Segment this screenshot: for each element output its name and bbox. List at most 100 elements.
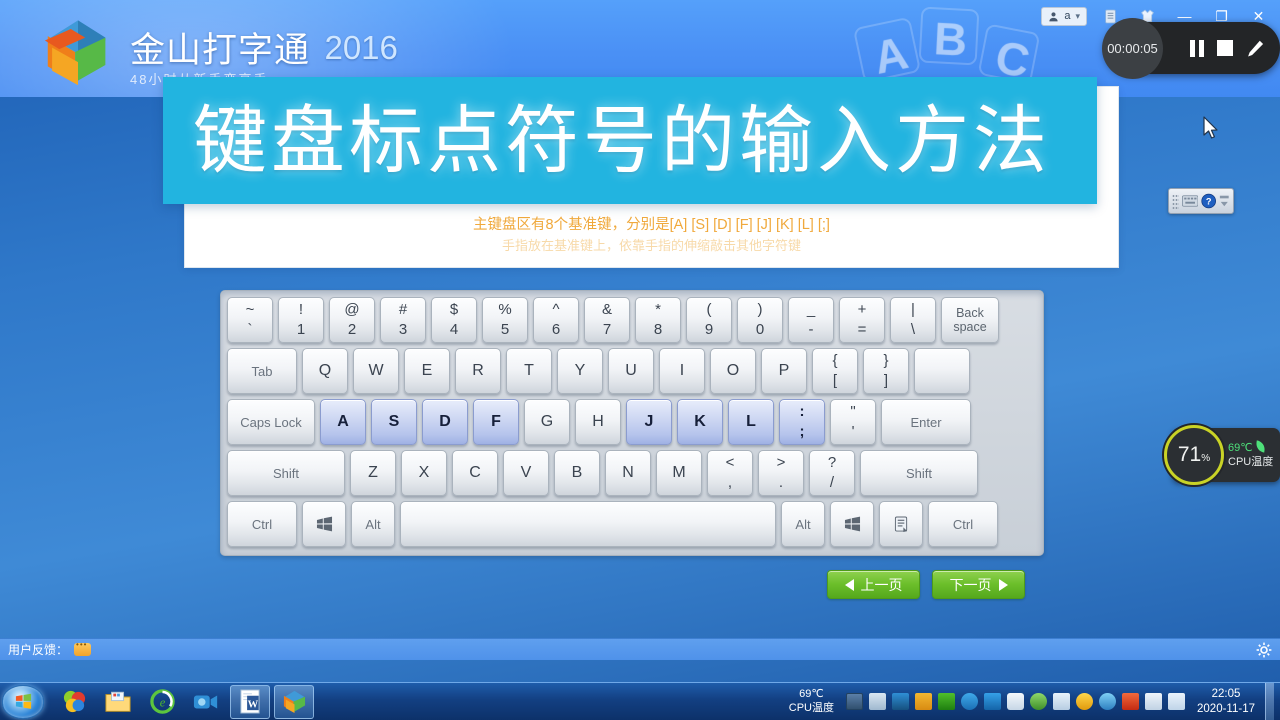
taskbar-item-typing-app[interactable] — [274, 684, 314, 719]
key-6[interactable]: ^ 6 — [533, 297, 579, 343]
key-s[interactable]: S — [371, 399, 417, 445]
key-u[interactable]: U — [608, 348, 654, 394]
app-icon[interactable] — [915, 693, 933, 710]
network-icon[interactable] — [869, 693, 887, 710]
bell-icon[interactable] — [1007, 693, 1025, 710]
ime-language-bar[interactable]: ? — [1168, 188, 1234, 214]
key-f[interactable]: F — [473, 399, 519, 445]
key-a[interactable]: A — [320, 399, 366, 445]
key-quote[interactable]: " ' — [830, 399, 876, 445]
volume-red-icon[interactable] — [1122, 693, 1140, 710]
drag-handle-icon[interactable] — [1172, 193, 1179, 209]
key-h[interactable]: H — [575, 399, 621, 445]
key-c[interactable]: C — [452, 450, 498, 496]
key-shift-right[interactable]: Shift — [860, 450, 978, 496]
key-alt-left[interactable]: Alt — [351, 501, 395, 547]
key-3[interactable]: #3 — [380, 297, 426, 343]
key-r[interactable]: R — [455, 348, 501, 394]
key-k[interactable]: K — [677, 399, 723, 445]
key-v[interactable]: V — [503, 450, 549, 496]
key-equal[interactable]: + = — [839, 297, 885, 343]
taskbar-item-browser[interactable]: e — [142, 685, 182, 719]
key-l[interactable]: L — [728, 399, 774, 445]
key-j[interactable]: J — [626, 399, 672, 445]
chevron-down-icon[interactable] — [1219, 193, 1230, 209]
taskbar-item-explorer[interactable] — [98, 685, 138, 719]
key-7[interactable]: & 7 — [584, 297, 630, 343]
key-y[interactable]: Y — [557, 348, 603, 394]
key-o[interactable]: O — [710, 348, 756, 394]
taskbar-item-word[interactable]: W — [230, 684, 270, 719]
key-alt-right[interactable]: Alt — [781, 501, 825, 547]
speaker-icon[interactable] — [1168, 693, 1186, 710]
key-9[interactable]: (9 — [686, 297, 732, 343]
signal-icon[interactable] — [1053, 693, 1071, 710]
screenshot-icon[interactable] — [846, 693, 864, 710]
key-x[interactable]: X — [401, 450, 447, 496]
key-0[interactable]: ) 0 — [737, 297, 783, 343]
taskbar-clock[interactable]: 22:05 2020-11-17 — [1197, 687, 1255, 717]
key-ctrl-right[interactable]: Ctrl — [928, 501, 998, 547]
key-enter[interactable]: Enter — [881, 399, 971, 445]
key-p[interactable]: P — [761, 348, 807, 394]
help-icon[interactable]: ? — [1201, 193, 1217, 209]
key-period[interactable]: >. — [758, 450, 804, 496]
key-backspace[interactable]: Back space — [941, 297, 999, 343]
key-4[interactable]: $4 — [431, 297, 477, 343]
stop-icon[interactable] — [1217, 40, 1233, 56]
key-bracket-right[interactable]: }] — [863, 348, 909, 394]
key-t[interactable]: T — [506, 348, 552, 394]
key-z[interactable]: Z — [350, 450, 396, 496]
gear-icon[interactable] — [1256, 642, 1272, 658]
pen-icon[interactable] — [1246, 39, 1265, 58]
start-button[interactable] — [2, 684, 44, 719]
next-page-button[interactable]: 下一页 — [932, 570, 1025, 599]
key-backslash[interactable]: | \ — [890, 297, 936, 343]
keyboard-icon[interactable] — [1181, 195, 1199, 207]
cloud-icon[interactable] — [961, 693, 979, 710]
taskbar-item-media-player[interactable] — [54, 685, 94, 719]
key-d[interactable]: D — [422, 399, 468, 445]
key-i[interactable]: I — [659, 348, 705, 394]
key-backtick[interactable]: ~ ` — [227, 297, 273, 343]
key-win-right[interactable] — [830, 501, 874, 547]
account-chip[interactable]: a ▾ — [1041, 6, 1087, 26]
key-caps-lock[interactable]: Caps Lock — [227, 399, 315, 445]
shield-icon[interactable] — [892, 693, 910, 710]
clipboard-icon[interactable] — [1145, 693, 1163, 710]
key-q[interactable]: Q — [302, 348, 348, 394]
key-minus[interactable]: _ - — [788, 297, 834, 343]
user-icon[interactable] — [1030, 693, 1048, 710]
key-b[interactable]: B — [554, 450, 600, 496]
prev-page-button[interactable]: 上一页 — [827, 570, 920, 599]
key-n[interactable]: N — [605, 450, 651, 496]
chat-icon[interactable] — [74, 640, 92, 656]
key-tab[interactable]: Tab — [227, 348, 297, 394]
key-8[interactable]: * 8 — [635, 297, 681, 343]
pause-icon[interactable] — [1190, 39, 1204, 57]
key-2[interactable]: @2 — [329, 297, 375, 343]
key-1[interactable]: ! 1 — [278, 297, 324, 343]
key-menu[interactable] — [879, 501, 923, 547]
qq-icon[interactable] — [938, 693, 956, 710]
key-enter-top[interactable] — [914, 348, 970, 394]
key-slash[interactable]: ? / — [809, 450, 855, 496]
monitor-icon[interactable] — [984, 693, 1002, 710]
cpu-monitor-widget[interactable]: 71% 69℃ CPU温度 — [1164, 425, 1280, 485]
key-bracket-left[interactable]: {[ — [812, 348, 858, 394]
key-semicolon[interactable]: :; — [779, 399, 825, 445]
key-m[interactable]: M — [656, 450, 702, 496]
key-shift-left[interactable]: Shift — [227, 450, 345, 496]
update-icon[interactable] — [1076, 693, 1094, 710]
browser-icon[interactable] — [1099, 693, 1117, 710]
show-desktop-button[interactable] — [1265, 682, 1274, 720]
key-w[interactable]: W — [353, 348, 399, 394]
taskbar-item-camera[interactable] — [186, 685, 226, 719]
key-comma[interactable]: <, — [707, 450, 753, 496]
key-5[interactable]: % 5 — [482, 297, 528, 343]
key-e[interactable]: E — [404, 348, 450, 394]
tray-cpu-temp[interactable]: 69℃ CPU温度 — [789, 688, 834, 716]
key-g[interactable]: G — [524, 399, 570, 445]
key-ctrl-left[interactable]: Ctrl — [227, 501, 297, 547]
user-feedback-group[interactable]: 用户反馈： — [8, 640, 92, 658]
